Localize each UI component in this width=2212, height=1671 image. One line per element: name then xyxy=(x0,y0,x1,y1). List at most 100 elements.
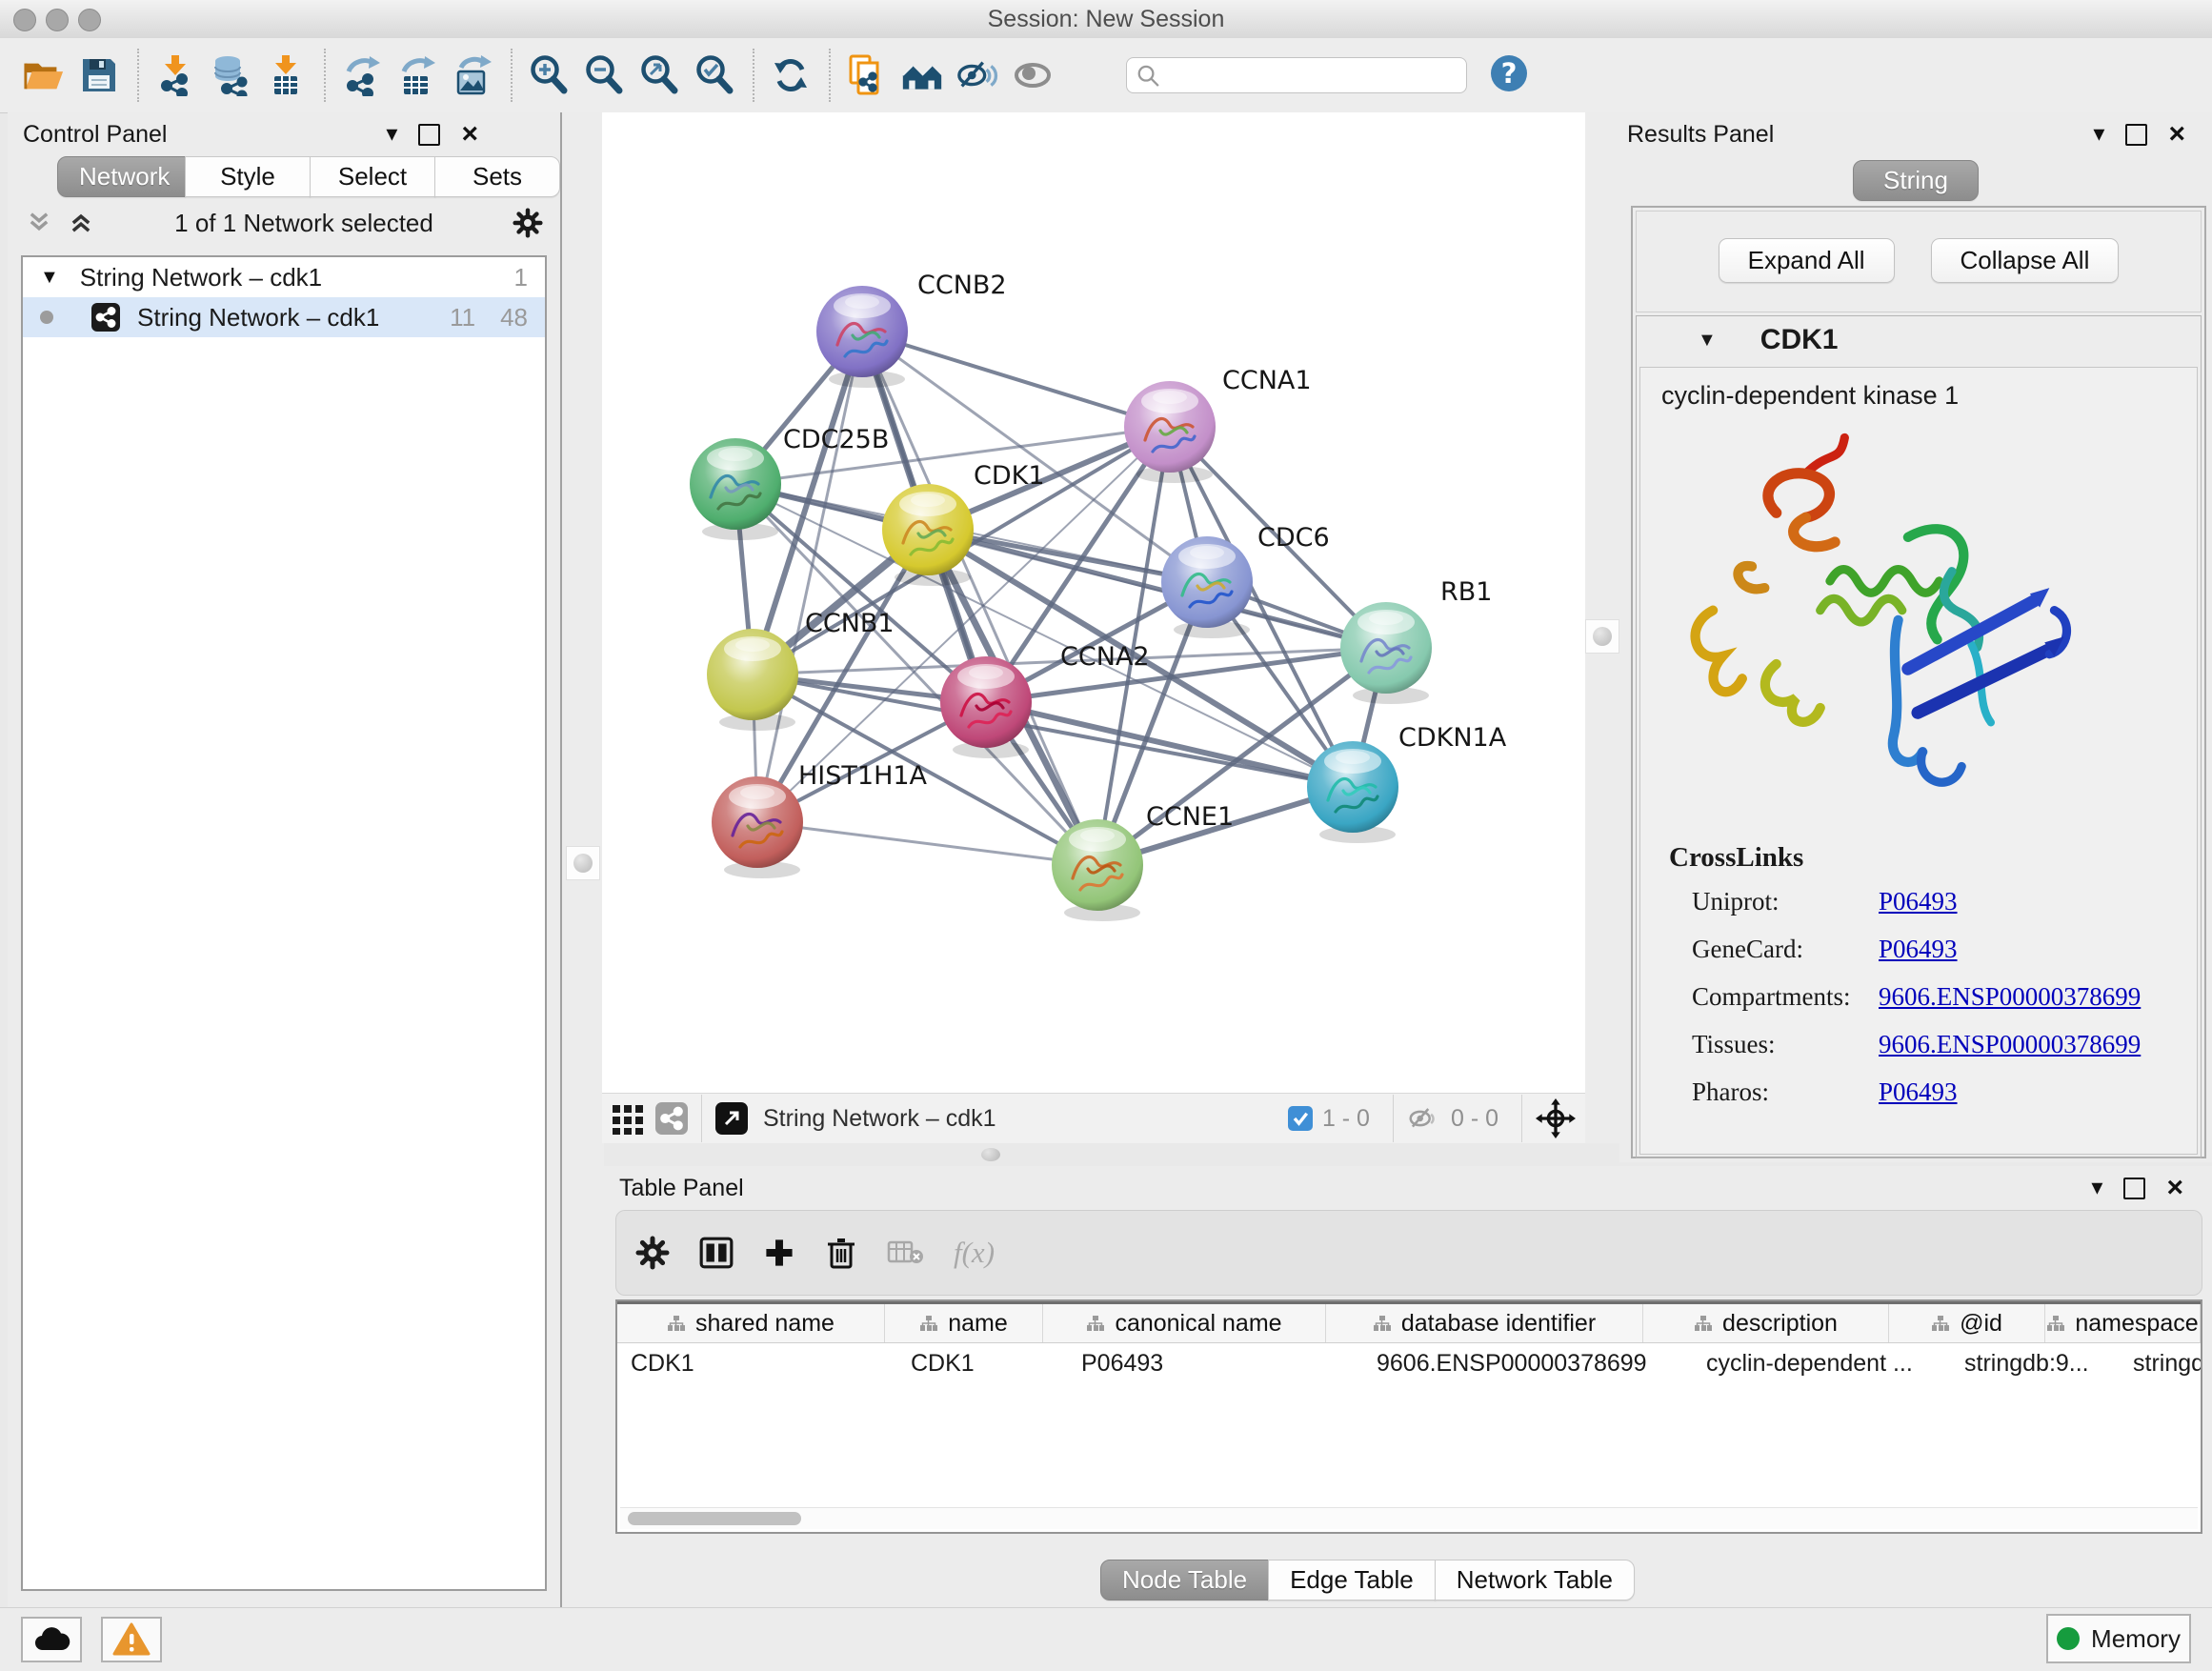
left-splitter[interactable] xyxy=(560,112,604,1608)
column-header[interactable]: @id xyxy=(1889,1304,2045,1342)
crosslink-pharos-link[interactable]: P06493 xyxy=(1879,1077,1958,1107)
zoom-out-button[interactable] xyxy=(583,50,625,100)
column-header[interactable]: name xyxy=(885,1304,1043,1342)
right-splitter-handle[interactable] xyxy=(1585,619,1619,654)
toolbar-search[interactable] xyxy=(1126,57,1467,93)
hidden-elements-eye-icon[interactable] xyxy=(1407,1104,1441,1133)
tab-string-results[interactable]: String xyxy=(1853,160,1979,201)
window-close-button[interactable] xyxy=(13,9,36,31)
expand-all-button[interactable]: Expand All xyxy=(1719,238,1895,283)
panel-maximize-icon[interactable] xyxy=(418,124,440,146)
network-node-cdc25b[interactable]: CDC25B xyxy=(690,425,889,540)
network-edge[interactable] xyxy=(757,822,1097,865)
horizontal-scrollbar[interactable] xyxy=(620,1507,2198,1529)
network-node-cdk1[interactable]: CDK1 xyxy=(882,461,1045,586)
network-edge[interactable] xyxy=(757,332,862,822)
cell-canonical-name[interactable]: P06493 xyxy=(1068,1350,1363,1378)
column-header[interactable]: canonical name xyxy=(1043,1304,1326,1342)
zoom-selected-button[interactable] xyxy=(694,50,735,100)
panel-float-icon[interactable]: ▾ xyxy=(2091,1177,2102,1199)
tab-edge-table[interactable]: Edge Table xyxy=(1268,1560,1436,1601)
tab-network[interactable]: Network xyxy=(57,156,186,197)
right-splitter[interactable] xyxy=(1585,112,1623,1143)
network-edge[interactable] xyxy=(862,332,1170,427)
scrollbar-thumb[interactable] xyxy=(628,1512,801,1525)
table-settings-gear-icon[interactable] xyxy=(635,1236,670,1270)
cell-shared-name[interactable]: CDK1 xyxy=(617,1350,897,1378)
panel-maximize-icon[interactable] xyxy=(2123,1178,2145,1199)
birds-eye-view-icon[interactable] xyxy=(715,1102,748,1135)
apply-style-refresh-button[interactable] xyxy=(770,50,812,100)
cell-database-identifier[interactable]: 9606.ENSP00000378699 xyxy=(1363,1350,1693,1378)
network-node-cdkn1a[interactable]: CDKN1A xyxy=(1307,723,1507,843)
horizontal-splitter-handle[interactable] xyxy=(981,1148,1000,1161)
network-view[interactable]: CCNB2CCNA1CDC25BCDK1CDC6RB1CCNB1CCNA2CDK… xyxy=(602,112,1585,1143)
left-splitter-handle[interactable] xyxy=(566,846,600,880)
panel-float-icon[interactable]: ▾ xyxy=(386,123,397,146)
panel-maximize-icon[interactable] xyxy=(2125,124,2147,146)
string-protein-query-button[interactable] xyxy=(846,50,888,100)
tab-network-table[interactable]: Network Table xyxy=(1435,1560,1635,1601)
network-row[interactable]: String Network – cdk1 11 48 xyxy=(23,297,545,337)
panel-close-icon[interactable]: × xyxy=(2166,1174,2183,1202)
section-expander-icon[interactable]: ▼ xyxy=(1698,330,1717,352)
network-node-rb1[interactable]: RB1 xyxy=(1340,577,1492,704)
tab-select[interactable]: Select xyxy=(310,156,435,197)
panel-close-icon[interactable]: × xyxy=(2168,120,2185,149)
column-header[interactable]: namespace xyxy=(2045,1304,2201,1342)
column-header[interactable]: shared name xyxy=(617,1304,885,1342)
cell-name[interactable]: CDK1 xyxy=(897,1350,1068,1378)
collapse-all-button[interactable]: Collapse All xyxy=(1931,238,2120,283)
panel-float-icon[interactable]: ▾ xyxy=(2093,123,2104,146)
help-button[interactable]: ? xyxy=(1488,52,1530,99)
search-input[interactable] xyxy=(1160,62,1457,90)
selected-nodes-checkbox[interactable] xyxy=(1288,1106,1313,1131)
hide-labels-button[interactable] xyxy=(956,50,998,100)
tree-expander-icon[interactable]: ▼ xyxy=(40,267,59,289)
gear-icon[interactable] xyxy=(513,208,543,238)
cell-id[interactable]: stringdb:9... xyxy=(1951,1350,2120,1378)
export-network-button[interactable] xyxy=(341,50,383,100)
network-node-hist1h1a[interactable]: HIST1H1A xyxy=(712,761,928,878)
crosslink-uniprot-link[interactable]: P06493 xyxy=(1879,887,1958,916)
column-header[interactable]: database identifier xyxy=(1326,1304,1643,1342)
tab-style[interactable]: Style xyxy=(185,156,311,197)
network-node-ccnb2[interactable]: CCNB2 xyxy=(816,271,1007,388)
table-row[interactable]: CDK1 CDK1 P06493 9606.ENSP00000378699 cy… xyxy=(617,1343,2201,1383)
cell-description[interactable]: cyclin-dependent ... xyxy=(1693,1350,1951,1378)
show-hide-eye-button[interactable] xyxy=(1012,50,1054,100)
delete-column-trash-icon[interactable] xyxy=(824,1235,858,1271)
collapse-all-chevron-icon[interactable] xyxy=(25,210,53,236)
tab-sets[interactable]: Sets xyxy=(434,156,560,197)
gene-section-header[interactable]: ▼ CDK1 xyxy=(1637,316,2201,364)
import-network-file-button[interactable] xyxy=(154,50,196,100)
memory-button[interactable]: Memory xyxy=(2046,1614,2191,1663)
open-session-button[interactable] xyxy=(23,50,65,100)
window-minimize-button[interactable] xyxy=(46,9,69,31)
add-column-plus-icon[interactable] xyxy=(763,1237,795,1269)
export-table-button[interactable] xyxy=(396,50,438,100)
network-collection-row[interactable]: ▼ String Network – cdk1 1 xyxy=(23,257,545,297)
network-node-ccna1[interactable]: CCNA1 xyxy=(1124,366,1312,483)
cell-namespace[interactable]: stringdb xyxy=(2120,1350,2201,1378)
zoom-fit-button[interactable] xyxy=(638,50,680,100)
network-view-mode-icon[interactable] xyxy=(655,1102,688,1135)
save-session-button[interactable] xyxy=(78,50,120,100)
crosslink-compartments-link[interactable]: 9606.ENSP00000378699 xyxy=(1879,982,2141,1012)
grid-view-icon[interactable] xyxy=(612,1102,644,1135)
network-node-cdc6[interactable]: CDC6 xyxy=(1161,523,1330,638)
crosslink-genecard-link[interactable]: P06493 xyxy=(1879,935,1958,964)
show-columns-icon[interactable] xyxy=(698,1235,734,1271)
network-canvas[interactable]: CCNB2CCNA1CDC25BCDK1CDC6RB1CCNB1CCNA2CDK… xyxy=(602,112,1585,1094)
warnings-button[interactable] xyxy=(101,1617,162,1662)
import-network-from-database-button[interactable] xyxy=(210,50,251,100)
window-zoom-button[interactable] xyxy=(78,9,101,31)
string-home-button[interactable] xyxy=(901,50,943,100)
fit-content-crosshair-icon[interactable] xyxy=(1536,1098,1576,1138)
import-table-file-button[interactable] xyxy=(265,50,307,100)
tab-node-table[interactable]: Node Table xyxy=(1100,1560,1269,1601)
expand-all-chevron-icon[interactable] xyxy=(67,210,95,236)
cloud-status-button[interactable] xyxy=(21,1617,82,1662)
panel-close-icon[interactable]: × xyxy=(461,120,478,149)
export-image-button[interactable] xyxy=(452,50,493,100)
